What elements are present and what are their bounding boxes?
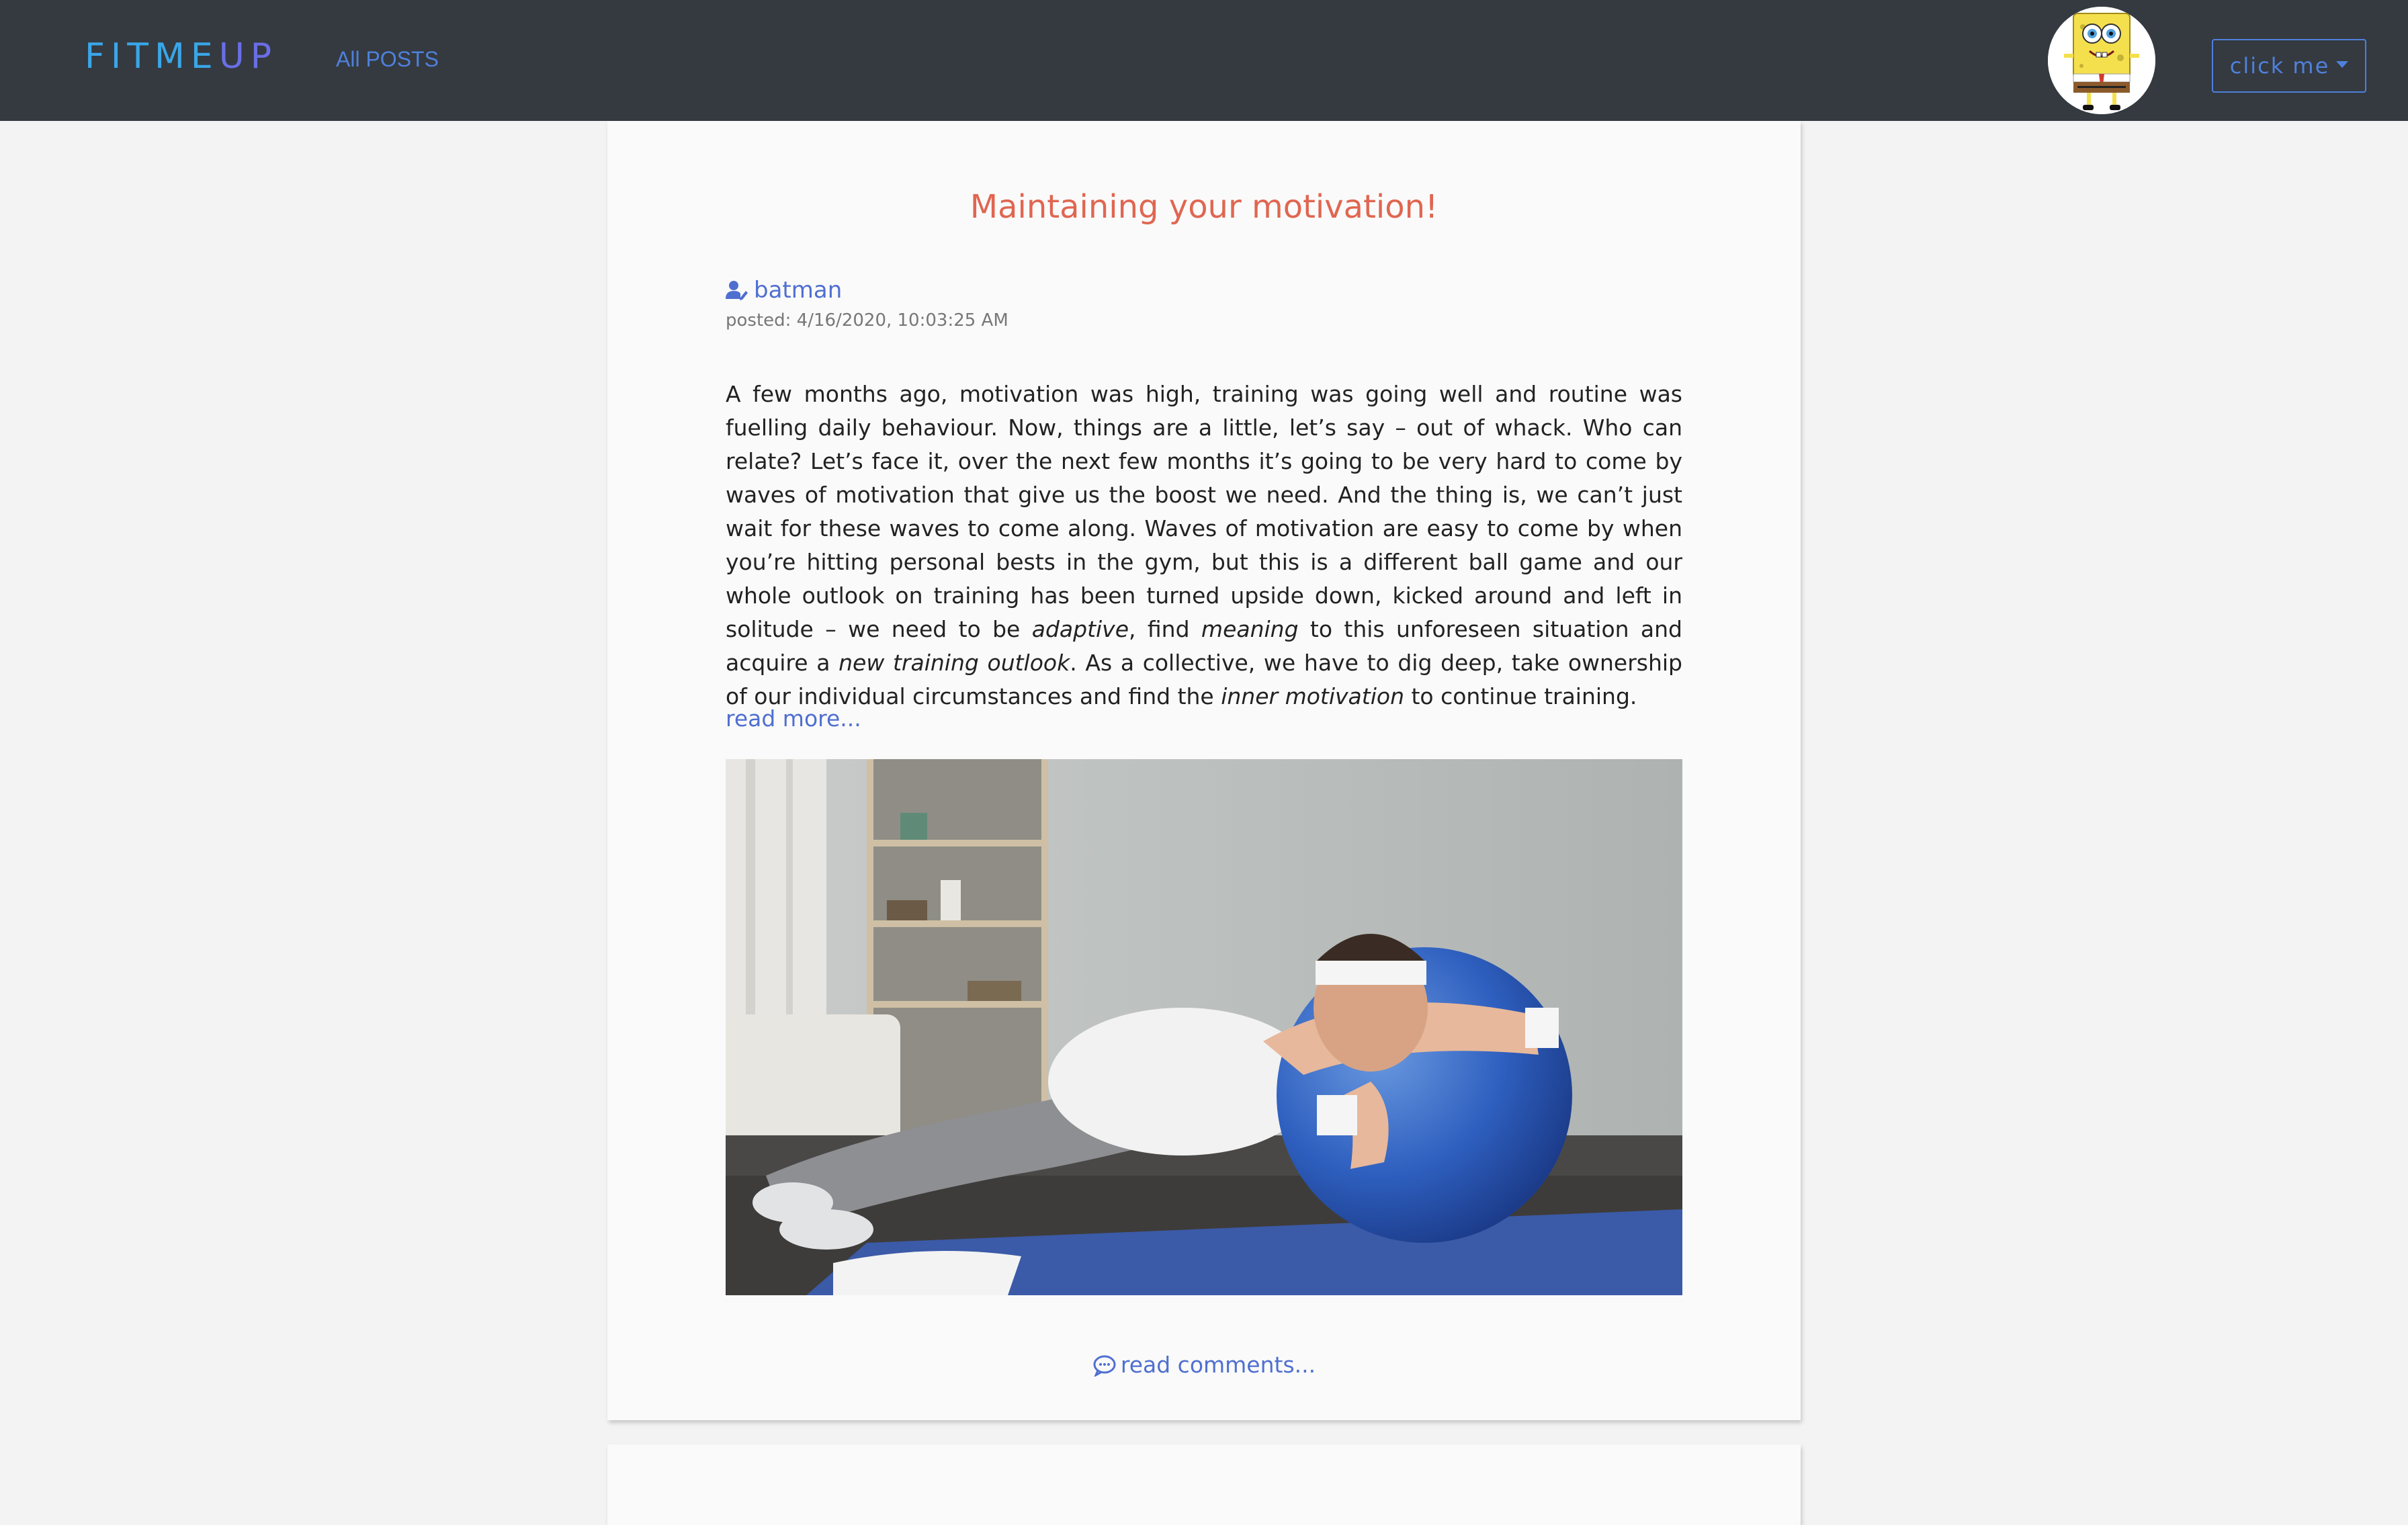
comment-icon: [1093, 1355, 1116, 1377]
user-edit-icon: [726, 281, 748, 300]
next-post-card: [607, 1444, 1801, 1525]
post-body: A few months ago, motivation was high, t…: [726, 378, 1682, 713]
spongebob-avatar-icon: [2048, 7, 2155, 114]
post-body-text-2: , find: [1129, 616, 1201, 642]
man-on-exercise-ball-photo-icon: [726, 759, 1682, 1295]
author-name[interactable]: batman: [754, 277, 842, 304]
post-title: Maintaining your motivation!: [970, 188, 1438, 226]
post-body-emphasis-4: inner motivation: [1221, 683, 1404, 709]
post-body-emphasis-3: new training outlook: [838, 650, 1070, 676]
post-body-text-1: A few months ago, motivation was high, t…: [726, 381, 1682, 642]
post-body-emphasis-1: adaptive: [1031, 616, 1129, 642]
post-author[interactable]: batman: [726, 277, 842, 304]
read-more-link[interactable]: read more...: [726, 705, 861, 732]
brand-logo[interactable]: FITMEUP: [85, 36, 277, 77]
read-comments-label[interactable]: read comments...: [1121, 1352, 1316, 1378]
post-card: Maintaining your motivation! batman post…: [607, 121, 1801, 1420]
top-navbar: FITMEUP All POSTS click me: [0, 0, 2408, 121]
brand-text-part2: UP: [218, 36, 278, 77]
dropdown-label: click me: [2229, 53, 2330, 79]
read-comments-link[interactable]: read comments...: [607, 1352, 1801, 1378]
nav-link-all-posts[interactable]: All POSTS: [336, 47, 439, 72]
avatar[interactable]: [2048, 7, 2155, 114]
brand-text-part1: FITME: [85, 36, 219, 77]
user-menu-dropdown-button[interactable]: click me: [2212, 39, 2366, 93]
post-body-emphasis-2: meaning: [1201, 616, 1299, 642]
post-timestamp: posted: 4/16/2020, 10:03:25 AM: [726, 310, 1008, 331]
post-image: [726, 759, 1682, 1295]
caret-down-icon: [2336, 61, 2349, 68]
post-body-text-5: to continue training.: [1404, 683, 1637, 709]
